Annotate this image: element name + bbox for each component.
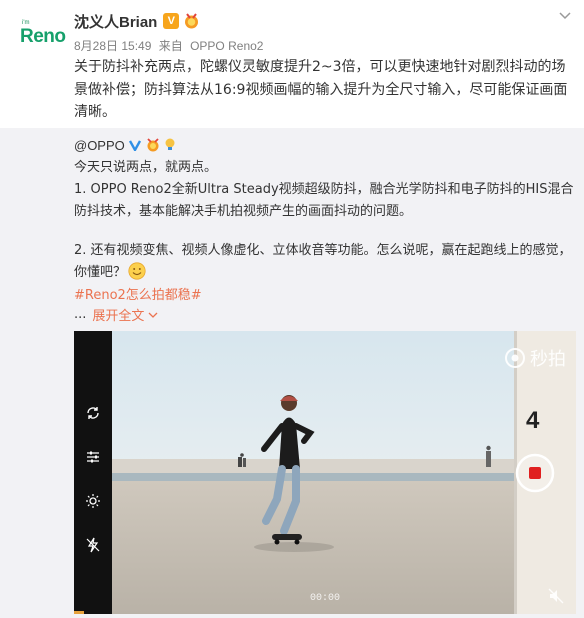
video-progress[interactable] — [74, 611, 85, 614]
settings-sliders-icon[interactable] — [85, 449, 101, 465]
medal-icon[interactable] — [145, 138, 161, 152]
chevron-down-icon — [148, 312, 158, 318]
repost-paragraph-2: 2. 还有视频变焦、视频人像虚化、立体收音等功能。怎么说呢，赢在起跑线上的感觉，… — [74, 240, 579, 283]
author-line: 沈义人Brian V — [74, 10, 200, 32]
post-date[interactable]: 8月28日 15:49 — [74, 39, 151, 53]
repost-author-line: @OPPO — [74, 136, 176, 154]
weibo-post: i'm Reno 沈义人Brian V 8月28日 15:49 来自 OPPO … — [0, 0, 584, 618]
ellipsis: ... — [74, 307, 87, 322]
post-meta: 8月28日 15:49 来自 OPPO Reno2 — [74, 37, 267, 54]
miaopai-watermark: 秒拍 — [504, 345, 566, 371]
expand-label[interactable]: 展开全文 — [92, 305, 144, 324]
avatar-brand: Reno — [20, 26, 66, 47]
smile-emoji-icon — [128, 261, 146, 280]
video-frame — [74, 331, 576, 614]
avatar[interactable]: i'm Reno — [14, 12, 66, 62]
mute-icon[interactable] — [548, 588, 564, 604]
flash-icon[interactable] — [85, 537, 101, 553]
verified-v-icon[interactable]: V — [163, 13, 180, 29]
miaopai-logo-icon — [505, 348, 525, 368]
repost-paragraph-2-text: 2. 还有视频变焦、视频人像虚化、立体收音等功能。怎么说呢，赢在起跑线上的感觉，… — [74, 243, 572, 280]
chevron-down-icon[interactable] — [558, 8, 572, 22]
lightbulb-icon[interactable] — [164, 138, 176, 152]
video-timecode: 00:00 — [310, 593, 341, 604]
expand-full-text[interactable]: ... 展开全文 — [74, 305, 158, 324]
camera-side-bar — [74, 331, 112, 614]
wall-number: 4 — [526, 407, 540, 434]
post-text: 关于防抖补充两点，陀螺仪灵敏度提升2~3倍，可以更快速地针对剧烈抖动的场景做补偿… — [74, 59, 568, 120]
repost-author[interactable]: @OPPO — [74, 138, 125, 153]
verified-v-icon — [128, 140, 141, 151]
video-player[interactable]: 4 秒拍 00:00 — [74, 331, 576, 614]
post-device[interactable]: OPPO Reno2 — [190, 39, 263, 53]
record-icon[interactable] — [515, 453, 555, 493]
author-name[interactable]: 沈义人Brian — [74, 11, 157, 32]
via-prefix: 来自 — [158, 39, 183, 53]
miaopai-brand: 秒拍 — [530, 349, 566, 370]
repost-line-1: 今天只说两点，就两点。 — [74, 160, 218, 175]
medal-icon[interactable] — [183, 13, 200, 29]
flip-camera-icon[interactable] — [85, 405, 101, 421]
hashtag-link[interactable]: #Reno2怎么拍都稳# — [74, 284, 202, 303]
repost-paragraph-1: 1. OPPO Reno2全新Ultra Steady视频超级防抖，融合光学防抖… — [74, 182, 574, 219]
brightness-icon[interactable] — [85, 493, 101, 509]
